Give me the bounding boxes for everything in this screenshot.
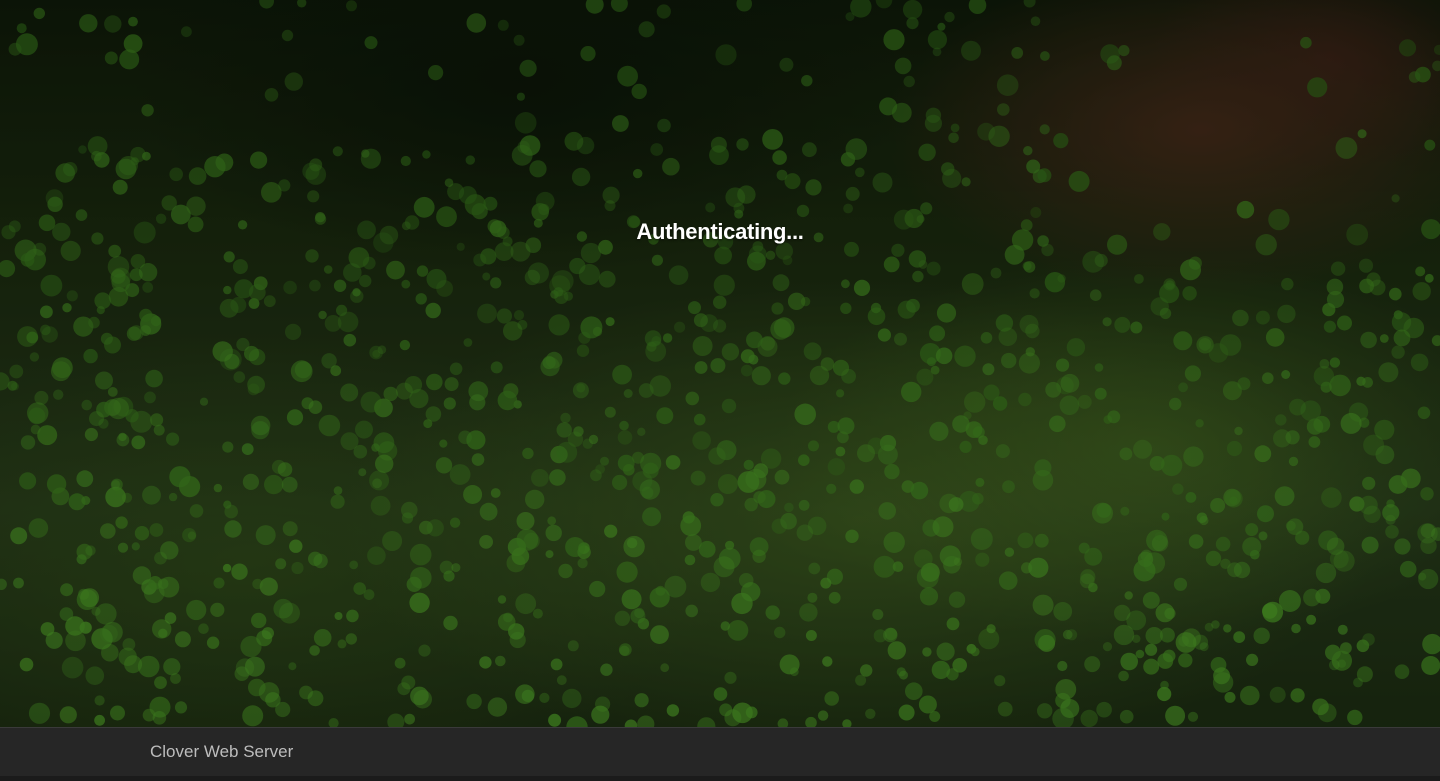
- authenticating-status: Authenticating...: [636, 219, 804, 244]
- footer-label: Clover Web Server: [150, 742, 294, 761]
- login-page: Authenticating... Clover Web Server: [0, 0, 1440, 781]
- footer-strip: [0, 776, 1440, 781]
- footer-bar: Clover Web Server: [0, 727, 1440, 777]
- background-overlay: [0, 0, 1440, 781]
